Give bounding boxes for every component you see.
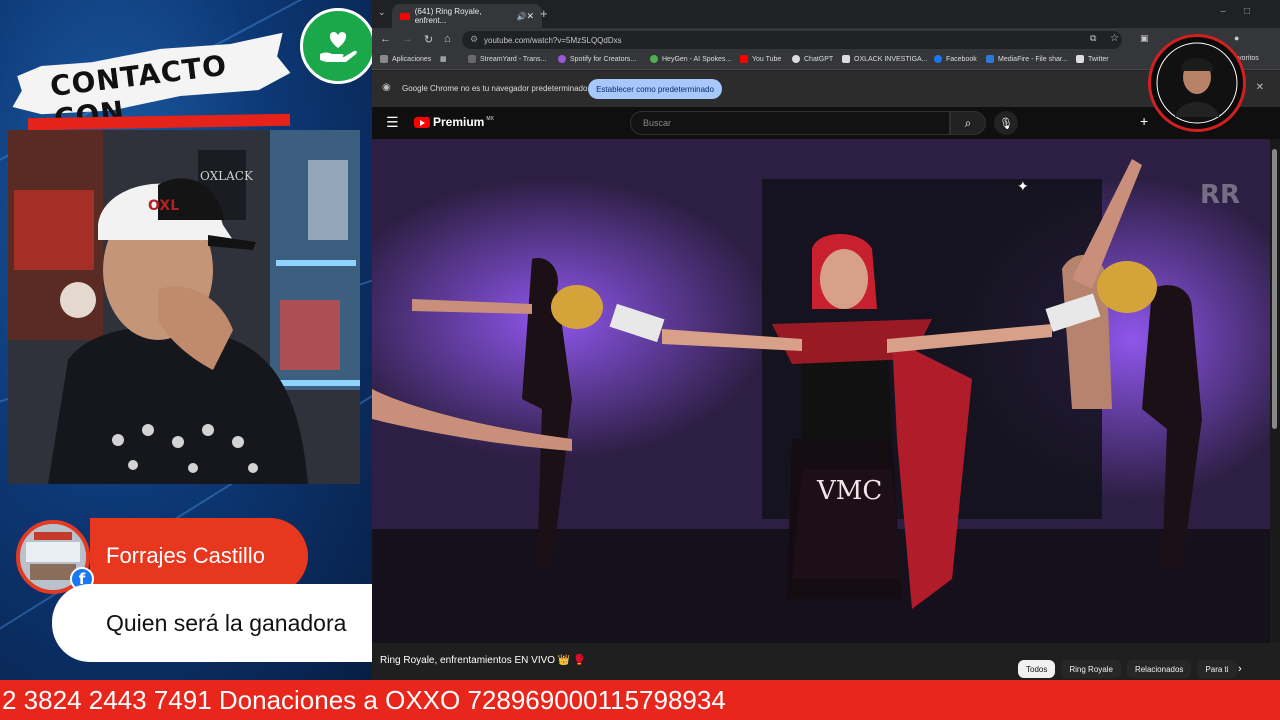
page-scrollbar[interactable] xyxy=(1270,139,1280,643)
video-player[interactable]: VMC RR ✦ xyxy=(372,139,1270,643)
bookmark-item[interactable]: OXLACK INVESTIGA... xyxy=(842,55,928,63)
site-info-icon[interactable]: ⚙ xyxy=(470,34,478,45)
bookmark-item[interactable]: Facebook xyxy=(934,55,977,63)
youtube-logo[interactable]: Premium MX xyxy=(414,115,494,129)
hamburger-menu-icon[interactable]: ☰ xyxy=(386,114,399,131)
install-app-icon[interactable]: ⧉ xyxy=(1090,33,1096,44)
url-text: youtube.com/watch?v=5MzSLQQdDxs xyxy=(484,35,622,45)
search-input[interactable]: Buscar xyxy=(630,111,950,135)
bookmark-item[interactable]: You Tube xyxy=(740,55,781,63)
youtube-play-icon xyxy=(414,116,430,128)
channel-watermark: RR xyxy=(1200,180,1240,210)
chevron-right-icon[interactable]: › xyxy=(1238,663,1242,675)
bookmark-item[interactable]: StreamYard - Trans... xyxy=(468,55,546,63)
heart-hand-icon xyxy=(300,8,376,84)
bookmark-item[interactable]: Twitter xyxy=(1076,55,1109,63)
infobar-message: Google Chrome no es tu navegador predete… xyxy=(402,84,588,93)
forward-icon[interactable]: → xyxy=(402,33,413,45)
shorts-text: VMC xyxy=(816,476,882,506)
search-icon[interactable]: ⌕ xyxy=(950,111,986,135)
youtube-favicon-icon xyxy=(400,12,410,20)
browser-window: ⌄ (641) Ring Royale, enfrent... 🔊 ✕ + –□… xyxy=(372,0,1280,680)
bookmark-item[interactable]: MediaFire - File shar... xyxy=(986,55,1068,63)
chip-todos[interactable]: Todos xyxy=(1018,660,1056,678)
home-icon[interactable]: ⌂ xyxy=(444,33,451,45)
channel-logo xyxy=(1148,34,1246,132)
extension-icon[interactable]: ▣ xyxy=(1140,33,1149,44)
youtube-masthead: ☰ Premium MX Buscar ⌕ 🎙 + xyxy=(372,107,1280,139)
close-tab-icon[interactable]: ✕ xyxy=(526,11,534,22)
tab-youtube[interactable]: (641) Ring Royale, enfrent... 🔊 ✕ xyxy=(392,4,542,28)
window-controls[interactable]: –□ xyxy=(1220,6,1268,17)
address-bar[interactable]: ⚙ youtube.com/watch?v=5MzSLQQdDxs xyxy=(462,31,1122,49)
video-title: Ring Royale, enfrentamientos EN VIVO 👑 🥊 xyxy=(380,655,586,666)
sparkle-icon: ✦ xyxy=(1017,179,1029,195)
back-icon[interactable]: ← xyxy=(380,33,391,45)
region-label: MX xyxy=(486,116,494,122)
chip-para-ti[interactable]: Para ti xyxy=(1197,660,1237,678)
cap-text: OXL xyxy=(148,198,179,214)
chat-author: Forrajes Castillo xyxy=(90,518,308,594)
microphone-icon[interactable]: 🎙 xyxy=(994,111,1018,135)
bookmark-item[interactable]: ChatGPT xyxy=(792,55,833,63)
chrome-icon: ◉ xyxy=(382,82,391,93)
new-tab-icon[interactable]: + xyxy=(540,6,548,21)
chip-relacionados[interactable]: Relacionados xyxy=(1126,660,1192,678)
grid-apps-icon[interactable]: ▦ xyxy=(440,55,447,63)
speaker-icon[interactable]: 🔊 xyxy=(516,12,526,21)
reload-icon[interactable]: ↻ xyxy=(424,33,433,46)
search-placeholder: Buscar xyxy=(643,118,672,128)
bookmark-star-icon[interactable]: ☆ xyxy=(1110,33,1119,44)
bookmark-item[interactable]: Spotify for Creators... xyxy=(558,55,636,63)
tab-search-icon[interactable]: ⌄ xyxy=(378,7,386,18)
close-infobar-icon[interactable]: ✕ xyxy=(1256,82,1264,93)
create-icon[interactable]: + xyxy=(1140,113,1148,129)
filter-chips: Todos Ring Royale Relacionados Para ti xyxy=(1018,660,1237,678)
set-default-button[interactable]: Establecer como predeterminado xyxy=(588,79,722,99)
default-browser-infobar: ◉ Google Chrome no es tu navegador prede… xyxy=(372,71,1280,107)
chat-message: Quien será la ganadora xyxy=(52,584,422,662)
scrollbar-thumb[interactable] xyxy=(1272,149,1277,429)
tab-title: (641) Ring Royale, enfrent... xyxy=(414,7,482,25)
premium-label: Premium xyxy=(433,115,485,129)
wall-logo-text: OXLACK xyxy=(200,169,254,183)
donation-ticker: 2 3824 2443 7491 Donaciones a OXXO 72896… xyxy=(0,680,1280,720)
tab-strip: ⌄ (641) Ring Royale, enfrent... 🔊 ✕ + –□ xyxy=(372,0,1280,28)
bookmarks-bar: Aplicaciones ▦ StreamYard - Trans... Spo… xyxy=(372,52,1280,70)
bookmark-item[interactable]: Aplicaciones xyxy=(380,55,431,63)
webcam-feed: OXL OXLACK xyxy=(8,130,360,484)
bookmark-item[interactable]: HeyGen - AI Spokes... xyxy=(650,55,731,63)
browser-toolbar: ← → ↻ ⌂ ⚙ youtube.com/watch?v=5MzSLQQdDx… xyxy=(372,28,1280,52)
chip-ring-royale[interactable]: Ring Royale xyxy=(1061,660,1121,678)
